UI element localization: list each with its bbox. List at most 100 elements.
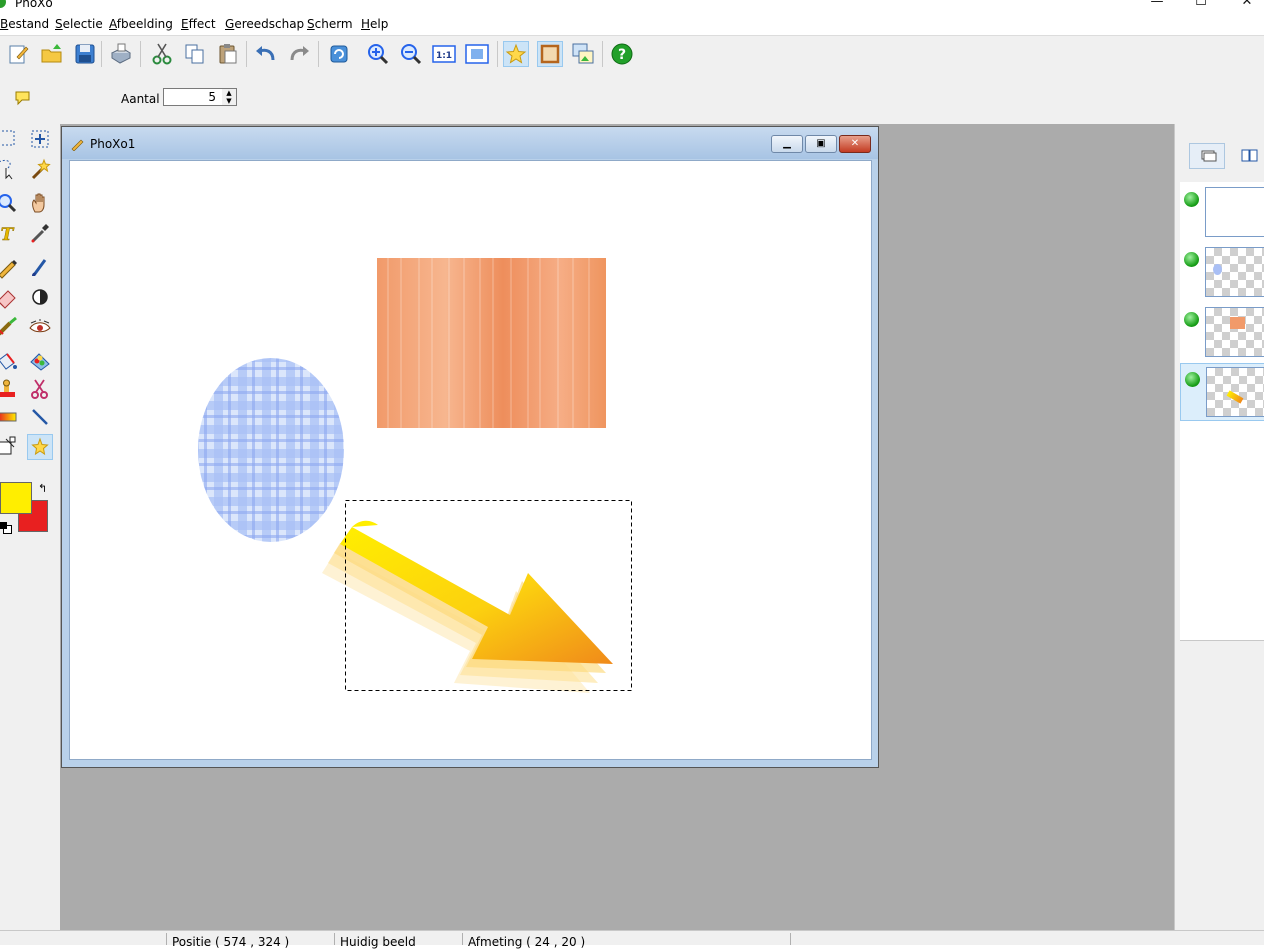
move-selection-icon: [31, 130, 49, 148]
foreground-color-swatch[interactable]: [0, 482, 32, 514]
visibility-toggle-icon[interactable]: [1184, 312, 1199, 327]
eyedropper-icon: [31, 224, 49, 243]
aantal-input[interactable]: 5: [163, 88, 223, 106]
printer-icon: [111, 43, 131, 64]
redo-button[interactable]: [286, 41, 312, 67]
layers-list: [1180, 182, 1264, 641]
tool-zoom[interactable]: [0, 190, 20, 216]
document-title-bar[interactable]: PhoXo1 ▁ ▣ ✕: [62, 127, 878, 159]
visibility-toggle-icon[interactable]: [1184, 252, 1199, 267]
tool-stamp[interactable]: [0, 376, 20, 402]
menu-selectie[interactable]: Selectie: [55, 17, 103, 31]
tool-hand[interactable]: [27, 190, 53, 216]
tool-brush[interactable]: [27, 254, 53, 280]
redo-icon: [290, 46, 309, 61]
copy-button[interactable]: [182, 41, 208, 67]
undo-button[interactable]: [253, 41, 279, 67]
image-canvas[interactable]: [69, 160, 872, 760]
default-colors-icon[interactable]: [0, 522, 12, 534]
refresh-button[interactable]: [326, 41, 352, 67]
layer-item[interactable]: [1180, 184, 1264, 242]
clipboard-paste-icon: [219, 44, 237, 64]
menu-bestand[interactable]: Bestand: [0, 17, 49, 31]
paste-button[interactable]: [215, 41, 241, 67]
frame-toggle-button[interactable]: [537, 41, 563, 67]
tool-pencil[interactable]: [0, 254, 20, 280]
tool-red-eye[interactable]: [27, 314, 53, 340]
book-icon: [1241, 149, 1258, 162]
menu-effect[interactable]: Effect: [181, 17, 216, 31]
help-button[interactable]: ?: [609, 41, 635, 67]
tool-color-picker[interactable]: [27, 220, 53, 246]
eraser-icon: [0, 290, 16, 309]
tool-move-selection[interactable]: [27, 126, 53, 152]
zoom-actual-label: 1:1: [436, 51, 452, 61]
effects-toggle-button[interactable]: [503, 41, 529, 67]
zoom-actual-size-button[interactable]: 1:1: [431, 41, 457, 67]
layers-window-button[interactable]: [570, 41, 596, 67]
history-tab[interactable]: [1235, 143, 1264, 169]
document-minimize-button[interactable]: ▁: [771, 135, 803, 153]
tool-fill[interactable]: [0, 348, 20, 374]
menu-help[interactable]: Help: [361, 17, 388, 31]
visibility-toggle-icon[interactable]: [1184, 192, 1199, 207]
aantal-spinner[interactable]: ▲ ▼: [222, 88, 237, 106]
canvas-artwork: [198, 258, 632, 693]
aantal-label: Aantal: [121, 92, 160, 106]
title-bar: PhoXo — ☐ ✕: [0, 0, 1264, 14]
app-logo-icon: [0, 0, 6, 8]
tool-rect-select[interactable]: [0, 126, 20, 152]
tool-line[interactable]: [27, 404, 53, 430]
menu-scherm[interactable]: Scherm: [307, 17, 353, 31]
tool-eraser[interactable]: [0, 284, 20, 310]
arrow-shape: [322, 520, 613, 693]
layer-item[interactable]: [1180, 304, 1264, 362]
document-window[interactable]: PhoXo1 ▁ ▣ ✕: [61, 126, 879, 768]
tool-contrast[interactable]: [27, 284, 53, 310]
status-separator: [334, 933, 335, 945]
document-restore-button[interactable]: ▣: [805, 135, 837, 153]
layers-stack-icon: [1201, 150, 1217, 162]
line-icon: [32, 409, 48, 425]
speech-bubble-icon: [15, 91, 30, 106]
open-button[interactable]: [39, 41, 65, 67]
text-tool-icon: T: [0, 225, 15, 246]
maximize-button[interactable]: ☐: [1178, 0, 1224, 12]
pencil-icon: [0, 260, 17, 279]
zoom-out-button[interactable]: [398, 41, 424, 67]
swap-colors-icon[interactable]: ↰: [38, 482, 47, 495]
layer-thumbnail: [1205, 307, 1264, 357]
magic-wand-icon: [31, 158, 51, 180]
copy-icon: [185, 44, 204, 64]
separator: [602, 41, 603, 67]
tool-transform[interactable]: [0, 434, 20, 460]
tool-crop[interactable]: [27, 376, 53, 402]
layers-tab[interactable]: [1189, 143, 1225, 169]
tool-magic-wand[interactable]: [27, 156, 53, 182]
layer-thumbnail: [1205, 187, 1264, 237]
menu-afbeelding[interactable]: Afbeelding: [109, 17, 173, 31]
tool-text[interactable]: T: [0, 220, 20, 246]
minimize-button[interactable]: —: [1134, 0, 1180, 12]
new-button[interactable]: [5, 41, 31, 67]
zoom-in-button[interactable]: [365, 41, 391, 67]
tool-color-replace[interactable]: [27, 348, 53, 374]
status-separator: [790, 933, 791, 945]
tool-clone[interactable]: [0, 314, 20, 340]
menu-gereedschap[interactable]: Gereedschap: [225, 17, 304, 31]
layer-item[interactable]: [1180, 244, 1264, 302]
tool-lasso-select[interactable]: [0, 156, 20, 182]
save-button[interactable]: [72, 41, 98, 67]
fit-to-window-button[interactable]: [464, 41, 490, 67]
open-folder-icon: [41, 44, 62, 63]
cut-button[interactable]: [149, 41, 175, 67]
visibility-toggle-icon[interactable]: [1185, 372, 1200, 387]
layer-item-selected[interactable]: [1180, 363, 1264, 421]
tool-gradient[interactable]: [0, 404, 20, 430]
document-close-button[interactable]: ✕: [839, 135, 871, 153]
close-button[interactable]: ✕: [1224, 0, 1264, 12]
tool-shape-effects[interactable]: [27, 434, 53, 460]
plaid-ellipse-shape: [198, 358, 344, 542]
print-button[interactable]: [108, 41, 134, 67]
scissors-icon: [152, 43, 172, 65]
